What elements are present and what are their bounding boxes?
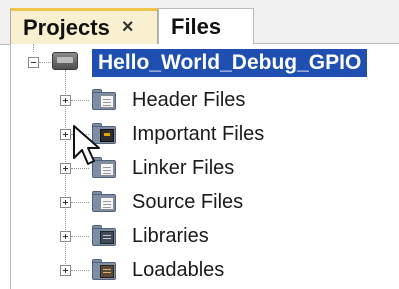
- tree-item-source-files[interactable]: Source Files: [0, 184, 399, 218]
- expand-toggle[interactable]: [60, 163, 71, 174]
- expand-toggle[interactable]: [60, 231, 71, 242]
- tree-item-important-files[interactable]: Important Files: [0, 116, 399, 150]
- project-root-node[interactable]: Hello_World_Debug_GPIO: [92, 49, 368, 77]
- tree-line: [71, 100, 89, 101]
- tree-line: [71, 270, 89, 271]
- expand-toggle[interactable]: [60, 197, 71, 208]
- tree-item-label: Important Files: [132, 123, 265, 145]
- tree-line: [71, 202, 89, 203]
- tree-item-linker-files[interactable]: Linker Files: [0, 150, 399, 184]
- source-folder-icon: [92, 191, 118, 213]
- expand-toggle[interactable]: [60, 95, 71, 106]
- tab-projects-label: Projects: [23, 14, 110, 40]
- tree-item-label: Linker Files: [132, 157, 235, 179]
- header-folder-icon: [92, 89, 118, 111]
- tree-item-label: Loadables: [132, 259, 225, 281]
- tab-strip: Projects × Files: [0, 0, 399, 45]
- tab-projects[interactable]: Projects ×: [10, 8, 158, 44]
- tree-line: [71, 236, 89, 237]
- close-icon[interactable]: ×: [122, 16, 134, 39]
- expand-toggle[interactable]: [60, 265, 71, 276]
- tree-item-label: Source Files: [132, 191, 244, 213]
- tree-item-header-files[interactable]: Header Files: [0, 82, 399, 116]
- linker-folder-icon: [92, 157, 118, 179]
- tree-item-label: Libraries: [132, 225, 209, 247]
- project-chip-icon: [52, 52, 78, 70]
- tab-files-label: Files: [171, 13, 222, 39]
- tree-item-loadables[interactable]: Loadables: [0, 252, 399, 286]
- expand-toggle[interactable]: [60, 129, 71, 140]
- tab-files[interactable]: Files: [158, 8, 254, 44]
- tree-line: [71, 134, 89, 135]
- loadables-folder-icon: [92, 259, 118, 281]
- libraries-folder-icon: [92, 225, 118, 247]
- tree-line: [39, 62, 51, 63]
- tree-item-label: Header Files: [132, 89, 246, 111]
- tree-line: [71, 168, 89, 169]
- tree-item-libraries[interactable]: Libraries: [0, 218, 399, 252]
- important-folder-icon: [92, 123, 118, 145]
- collapse-root-toggle[interactable]: [28, 57, 39, 68]
- tree-line: [33, 44, 34, 52]
